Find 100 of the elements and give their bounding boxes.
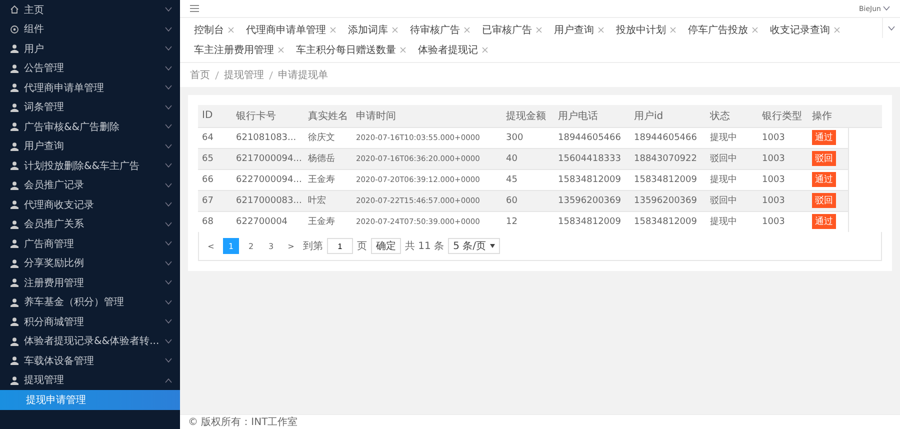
chevron-down-icon bbox=[165, 124, 172, 130]
next-page-button[interactable]: > bbox=[283, 238, 299, 254]
sidebar-item[interactable]: 公告管理 bbox=[0, 58, 180, 78]
close-icon[interactable] bbox=[536, 27, 542, 33]
table-cell: 45 bbox=[502, 169, 554, 190]
sidebar-item[interactable]: 体验者提现记录&&体验者转... bbox=[0, 332, 180, 351]
sidebar-item[interactable]: 会员推广记录 bbox=[0, 176, 180, 195]
close-icon[interactable] bbox=[598, 27, 604, 33]
user-icon bbox=[10, 180, 19, 190]
page-tab[interactable]: 投放中计划 bbox=[610, 20, 682, 40]
close-icon[interactable] bbox=[834, 27, 840, 33]
table-cell: 1003 bbox=[758, 190, 808, 211]
page-unit-label: 页 bbox=[357, 240, 367, 253]
prev-page-button[interactable]: < bbox=[203, 238, 219, 254]
page-size-select[interactable]: 5 条/页 bbox=[448, 238, 500, 254]
chevron-down-icon bbox=[883, 6, 890, 11]
sidebar-item[interactable]: 代理商收支记录 bbox=[0, 195, 180, 214]
chevron-down-icon bbox=[165, 300, 172, 305]
table-cell: 300 bbox=[502, 127, 554, 148]
sidebar-item[interactable]: 会员推广关系 bbox=[0, 214, 180, 234]
chevron-down-icon bbox=[165, 319, 172, 324]
sidebar-item[interactable]: 车载体设备管理 bbox=[0, 351, 180, 370]
chevron-down-icon bbox=[165, 163, 172, 168]
close-icon[interactable] bbox=[400, 47, 406, 53]
close-icon[interactable] bbox=[670, 27, 676, 33]
sidebar-item[interactable]: 词条管理 bbox=[0, 98, 180, 117]
chevron-down-icon bbox=[165, 144, 172, 149]
page-tab[interactable]: 添加词库 bbox=[342, 20, 404, 40]
chevron-down-icon bbox=[888, 26, 895, 30]
page-tab[interactable]: 车主积分每日赠送数量 bbox=[290, 40, 412, 60]
table-cell: 6227000094... bbox=[232, 169, 304, 190]
close-icon[interactable] bbox=[482, 47, 488, 53]
user-icon bbox=[10, 122, 19, 132]
user-icon bbox=[10, 278, 19, 288]
column-header: 用户id bbox=[630, 105, 706, 127]
close-icon[interactable] bbox=[228, 27, 234, 33]
page-tab[interactable]: 控制台 bbox=[188, 20, 240, 40]
page-tab[interactable]: 车主注册费用管理 bbox=[188, 40, 290, 60]
sidebar-subitem[interactable]: 提现申请管理 bbox=[0, 390, 180, 410]
chevron-down-icon bbox=[165, 7, 172, 12]
page-button[interactable]: 3 bbox=[263, 238, 279, 254]
sidebar-item[interactable]: 积分商城管理 bbox=[0, 312, 180, 332]
page-tab[interactable]: 停车广告投放 bbox=[682, 20, 764, 40]
table-cell: 1003 bbox=[758, 169, 808, 190]
user-icon bbox=[10, 356, 19, 366]
table-cell: 6217000094... bbox=[232, 148, 304, 169]
confirm-button[interactable]: 确定 bbox=[371, 238, 401, 254]
close-icon[interactable] bbox=[278, 47, 284, 53]
page-tab[interactable]: 体验者提现记 bbox=[412, 40, 494, 60]
sidebar-item[interactable]: 提现管理 bbox=[0, 370, 180, 390]
page-input[interactable]: 1 bbox=[327, 238, 353, 254]
user-icon bbox=[10, 64, 19, 73]
sidebar-item[interactable]: 计划投放删除&&车主广告 bbox=[0, 156, 180, 176]
menu-icon[interactable] bbox=[190, 5, 199, 12]
footer-copyright: © 版权所有：INT工作室 bbox=[180, 414, 900, 429]
user-icon bbox=[10, 142, 19, 151]
table-cell: 40 bbox=[502, 148, 554, 169]
breadcrumb-separator bbox=[215, 70, 219, 80]
breadcrumb-separator bbox=[269, 70, 273, 80]
sidebar-item[interactable]: 代理商申请单管理 bbox=[0, 78, 180, 98]
page-tab[interactable]: 代理商申请单管理 bbox=[240, 20, 342, 40]
user-icon bbox=[10, 258, 19, 268]
page-tab[interactable]: 已审核广告 bbox=[476, 20, 548, 40]
sidebar-item[interactable]: 用户查询 bbox=[0, 136, 180, 156]
close-icon[interactable] bbox=[392, 27, 398, 33]
table-cell: 18944605466 bbox=[554, 127, 630, 148]
user-icon bbox=[10, 102, 19, 112]
sidebar-item[interactable]: 养车基金（积分）管理 bbox=[0, 292, 180, 312]
chevron-down-icon bbox=[165, 104, 172, 110]
table-cell: 18944605466 bbox=[630, 127, 706, 148]
table-cell: 驳回中 bbox=[706, 148, 758, 169]
sidebar-item[interactable]: 主页 bbox=[0, 0, 180, 20]
chevron-down-icon bbox=[165, 85, 172, 90]
column-header: 提现金额 bbox=[502, 105, 554, 127]
table-cell: 65 bbox=[198, 148, 232, 169]
user-icon bbox=[10, 161, 19, 170]
sidebar-item[interactable]: 用户 bbox=[0, 39, 180, 58]
sidebar-item[interactable]: 注册费用管理 bbox=[0, 273, 180, 292]
breadcrumb-link[interactable]: 提现管理 bbox=[224, 68, 264, 82]
table-cell: 徐庆文 bbox=[304, 127, 352, 148]
chevron-down-icon bbox=[165, 358, 172, 364]
table-cell: 13596200369 bbox=[554, 190, 630, 211]
table-cell: 杨德岳 bbox=[304, 148, 352, 169]
page-tab[interactable]: 收支记录查询 bbox=[764, 20, 846, 40]
close-icon[interactable] bbox=[752, 27, 758, 33]
breadcrumb-link[interactable]: 首页 bbox=[190, 68, 210, 82]
column-header: ID bbox=[198, 105, 232, 127]
page-tab[interactable]: 待审核广告 bbox=[404, 20, 476, 40]
table-cell: 64 bbox=[198, 127, 232, 148]
page-tab[interactable]: 用户查询 bbox=[548, 20, 610, 40]
sidebar-item[interactable]: 广告审核&&广告删除 bbox=[0, 117, 180, 136]
sidebar-item[interactable]: 组件 bbox=[0, 20, 180, 39]
close-icon[interactable] bbox=[330, 27, 336, 33]
chevron-down-icon bbox=[165, 182, 172, 188]
table-cell: 1003 bbox=[758, 127, 808, 148]
sidebar-item[interactable]: 分享奖励比例 bbox=[0, 254, 180, 273]
table-cell: 驳回中 bbox=[706, 190, 758, 211]
close-icon[interactable] bbox=[464, 27, 470, 33]
page-button[interactable]: 2 bbox=[243, 238, 259, 254]
sidebar-item[interactable]: 广告商管理 bbox=[0, 234, 180, 254]
